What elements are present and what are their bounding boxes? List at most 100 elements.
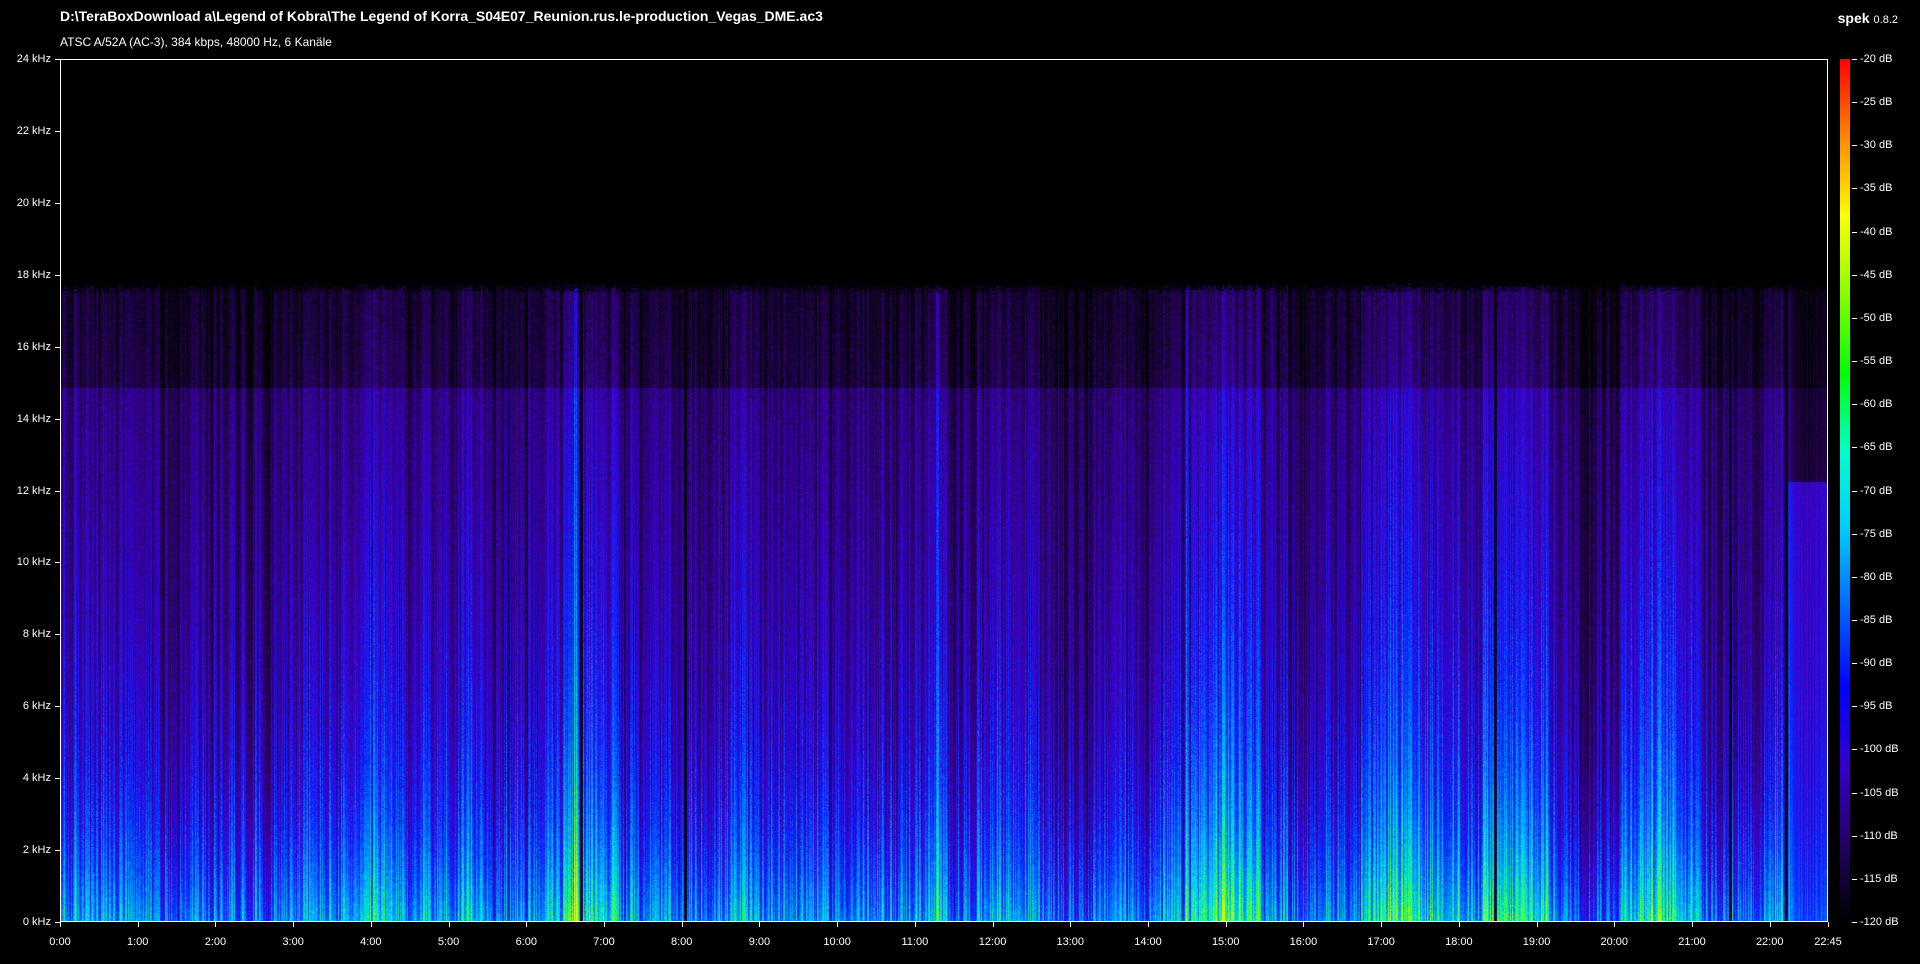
db-tick-label: -55 dB	[1860, 355, 1893, 368]
time-tick-label: 4:00	[360, 936, 382, 948]
db-tick-label: -45 dB	[1860, 268, 1893, 281]
time-tick-label: 8:00	[670, 936, 693, 948]
frequency-tick	[55, 706, 60, 708]
db-tick	[1852, 274, 1857, 276]
audio-format-info: ATSC A/52A (AC-3), 384 kbps, 48000 Hz, 6…	[60, 35, 332, 49]
time-tick	[681, 922, 683, 927]
db-tick	[1852, 102, 1857, 104]
db-tick	[1852, 404, 1857, 406]
db-tick	[1852, 361, 1857, 363]
db-colorbar	[1840, 59, 1850, 922]
db-tick-label: -110 dB	[1860, 829, 1898, 842]
time-tick	[293, 922, 295, 927]
time-tick-label: 6:00	[515, 936, 537, 948]
time-tick-label: 14:00	[1134, 936, 1162, 948]
time-tick	[1458, 922, 1460, 927]
frequency-tick-label: 8 kHz	[22, 628, 51, 641]
frequency-tick-label: 18 kHz	[16, 268, 51, 281]
time-tick	[759, 922, 761, 927]
time-tick-label: 16:00	[1289, 936, 1318, 948]
frequency-tick-label: 20 kHz	[16, 196, 51, 209]
frequency-tick-label: 22 kHz	[16, 124, 51, 137]
db-tick	[1852, 317, 1857, 319]
frequency-tick	[55, 634, 60, 636]
db-tick	[1852, 533, 1857, 535]
db-tick-label: -60 dB	[1860, 398, 1893, 411]
time-tick-label: 18:00	[1445, 936, 1473, 948]
frequency-tick	[55, 850, 60, 852]
frequency-tick	[55, 778, 60, 780]
db-tick-label: -50 dB	[1860, 311, 1893, 324]
time-tick-label: 12:00	[978, 936, 1007, 948]
db-tick-label: -80 dB	[1860, 570, 1893, 583]
time-tick-label: 22:00	[1755, 936, 1784, 948]
time-tick-label: 17:00	[1367, 936, 1395, 948]
frequency-tick	[55, 346, 60, 348]
db-tick	[1852, 619, 1857, 621]
time-tick-label: 11:00	[901, 936, 929, 948]
time-tick	[448, 922, 450, 927]
frequency-tick	[55, 562, 60, 564]
time-tick	[1536, 922, 1538, 927]
db-tick-label: -100 dB	[1860, 743, 1899, 756]
db-tick	[1852, 922, 1857, 923]
frequency-tick-label: 6 kHz	[22, 700, 51, 713]
time-tick	[1070, 922, 1072, 927]
spectrogram-image	[61, 60, 1827, 921]
app-version: 0.8.2	[1873, 14, 1898, 26]
time-tick	[914, 922, 916, 927]
db-tick-label: -25 dB	[1860, 96, 1893, 109]
spek-window: D:\TeraBoxDownload a\Legend of Kobra\The…	[0, 0, 1920, 964]
frequency-tick-label: 12 kHz	[16, 484, 51, 497]
app-brand: spek 0.8.2	[1838, 10, 1898, 26]
frequency-tick	[55, 418, 60, 420]
frequency-tick-label: 14 kHz	[16, 412, 51, 425]
time-tick	[1148, 922, 1149, 927]
time-tick	[604, 922, 605, 927]
time-tick	[370, 922, 372, 927]
time-tick-label: 5:00	[437, 936, 460, 948]
db-tick-label: -85 dB	[1860, 613, 1893, 626]
app-name: spek	[1837, 10, 1870, 26]
time-tick	[1769, 922, 1771, 927]
db-tick-label: -35 dB	[1860, 182, 1893, 195]
time-tick	[526, 922, 528, 927]
db-tick	[1852, 145, 1857, 147]
db-tick	[1852, 576, 1857, 578]
time-tick-label: 2:00	[204, 936, 227, 948]
frequency-tick	[55, 490, 60, 492]
time-tick	[1303, 922, 1305, 927]
time-tick	[1225, 922, 1227, 927]
frequency-tick	[55, 59, 60, 60]
db-tick-label: -90 dB	[1860, 657, 1893, 670]
db-tick-label: -65 dB	[1860, 441, 1893, 454]
db-tick-label: -120 dB	[1860, 916, 1899, 928]
time-tick-label: 21:00	[1678, 936, 1706, 948]
db-tick-label: -75 dB	[1860, 527, 1893, 540]
spectrogram-plot[interactable]	[60, 59, 1828, 922]
db-tick-label: -70 dB	[1860, 484, 1893, 497]
db-tick-label: -40 dB	[1860, 225, 1893, 238]
db-tick	[1852, 447, 1857, 449]
time-tick	[992, 922, 994, 927]
frequency-tick-label: 10 kHz	[16, 556, 51, 569]
time-tick-label: 0:00	[49, 936, 71, 948]
time-tick	[137, 922, 139, 927]
db-tick	[1852, 59, 1857, 60]
time-tick-label: 7:00	[593, 936, 615, 948]
db-tick-label: -30 dB	[1860, 139, 1893, 152]
db-tick-label: -115 dB	[1860, 872, 1898, 885]
time-tick-label: 10:00	[823, 936, 851, 948]
time-tick-label: 1:00	[126, 936, 149, 948]
time-tick	[1828, 922, 1829, 927]
time-tick	[1614, 922, 1616, 927]
time-tick-label: 13:00	[1056, 936, 1085, 948]
frequency-tick-label: 24 kHz	[16, 53, 51, 65]
frequency-tick-label: 0 kHz	[22, 916, 51, 928]
db-tick	[1852, 878, 1857, 880]
frequency-tick-label: 16 kHz	[16, 340, 51, 353]
db-tick	[1852, 706, 1857, 708]
db-tick	[1852, 663, 1857, 665]
time-tick-label: 22:45	[1814, 936, 1842, 948]
time-tick-label: 3:00	[282, 936, 304, 948]
